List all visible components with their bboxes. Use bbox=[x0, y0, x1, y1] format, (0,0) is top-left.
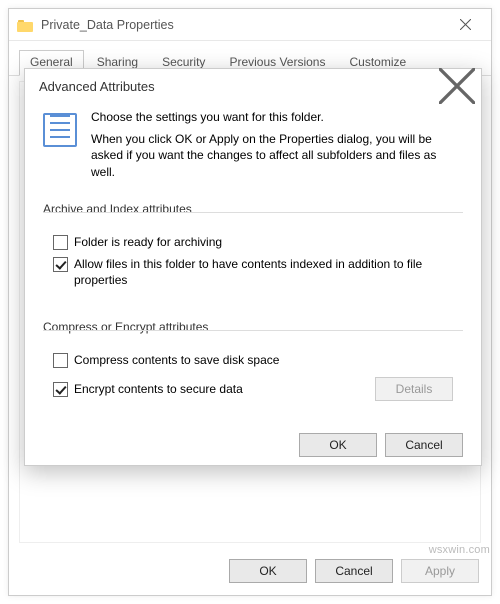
index-checkbox[interactable] bbox=[53, 257, 68, 272]
compress-checkbox-row[interactable]: Compress contents to save disk space bbox=[53, 352, 453, 368]
parent-titlebar: Private_Data Properties bbox=[9, 9, 491, 41]
intro-line-1: Choose the settings you want for this fo… bbox=[91, 109, 463, 125]
child-window-title: Advanced Attributes bbox=[39, 79, 439, 94]
details-button[interactable]: Details bbox=[375, 377, 453, 401]
archive-checkbox[interactable] bbox=[53, 235, 68, 250]
parent-cancel-button[interactable]: Cancel bbox=[315, 559, 393, 583]
archive-checkbox-label: Folder is ready for archiving bbox=[74, 234, 222, 250]
intro-text: Choose the settings you want for this fo… bbox=[91, 109, 463, 186]
child-body: Choose the settings you want for this fo… bbox=[25, 103, 481, 471]
compress-checkbox[interactable] bbox=[53, 353, 68, 368]
parent-apply-button[interactable]: Apply bbox=[401, 559, 479, 583]
index-checkbox-row[interactable]: Allow files in this folder to have conte… bbox=[53, 256, 453, 288]
index-checkbox-label: Allow files in this folder to have conte… bbox=[74, 256, 453, 288]
watermark-text: wsxwin.com bbox=[429, 544, 490, 556]
folder-icon bbox=[17, 17, 33, 33]
intro-line-2: When you click OK or Apply on the Proper… bbox=[91, 131, 463, 180]
intro-row: Choose the settings you want for this fo… bbox=[43, 109, 463, 186]
child-ok-button[interactable]: OK bbox=[299, 433, 377, 457]
compress-group: Compress contents to save disk space Enc… bbox=[43, 336, 463, 414]
close-icon bbox=[460, 19, 471, 30]
encrypt-checkbox-label: Encrypt contents to secure data bbox=[74, 381, 243, 397]
child-cancel-button[interactable]: Cancel bbox=[385, 433, 463, 457]
attributes-list-icon bbox=[43, 113, 77, 147]
encrypt-checkbox-row[interactable]: Encrypt contents to secure data bbox=[53, 381, 365, 397]
close-icon bbox=[439, 68, 475, 104]
compress-checkbox-label: Compress contents to save disk space bbox=[74, 352, 279, 368]
parent-close-button[interactable] bbox=[445, 11, 485, 39]
parent-button-row: OK Cancel Apply bbox=[229, 559, 479, 583]
child-titlebar: Advanced Attributes bbox=[25, 69, 481, 103]
child-button-row: OK Cancel bbox=[43, 433, 463, 457]
compress-group-label: Compress or Encrypt attributes bbox=[43, 320, 463, 334]
child-close-button[interactable] bbox=[439, 68, 475, 104]
archive-checkbox-row[interactable]: Folder is ready for archiving bbox=[53, 234, 453, 250]
archive-group-label: Archive and Index attributes bbox=[43, 202, 463, 216]
archive-group: Folder is ready for archiving Allow file… bbox=[43, 218, 463, 307]
encrypt-checkbox[interactable] bbox=[53, 382, 68, 397]
advanced-attributes-dialog: Advanced Attributes Choose the settings … bbox=[24, 68, 482, 466]
parent-window-title: Private_Data Properties bbox=[41, 18, 445, 32]
parent-ok-button[interactable]: OK bbox=[229, 559, 307, 583]
